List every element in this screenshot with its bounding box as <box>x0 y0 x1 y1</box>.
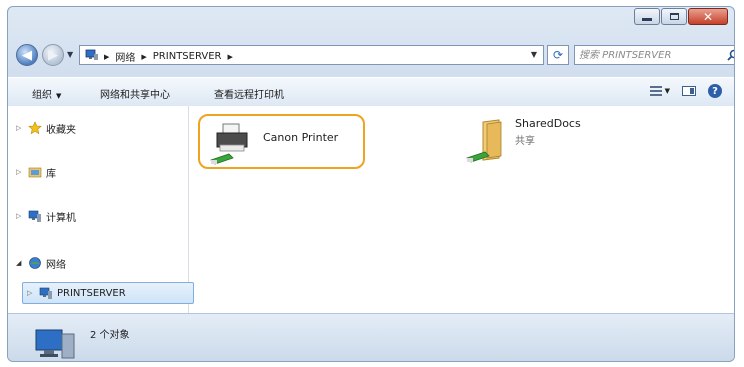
network-sharing-center-button[interactable]: 网络和共享中心 <box>100 86 170 101</box>
network-icon <box>29 257 41 269</box>
dropdown-arrow-icon: ▼ <box>664 87 670 95</box>
item-count: 2 个对象 <box>90 330 130 341</box>
breadcrumb-separator[interactable]: ▶ <box>141 53 146 61</box>
nav-item-computer[interactable]: ▷ 计算机 <box>16 206 76 226</box>
breadcrumb-network[interactable]: 网络 <box>115 49 135 64</box>
refresh-icon: ⟳ <box>552 48 564 62</box>
nav-item-favorites[interactable]: ▷ 收藏夹 <box>16 118 76 138</box>
details-pane: 2 个对象 <box>8 313 734 361</box>
expand-arrow-icon[interactable]: ▷ <box>16 212 24 220</box>
server-icon <box>39 287 52 299</box>
nav-item-label: PRINTSERVER <box>57 287 126 299</box>
nav-item-printserver[interactable]: ▷ PRINTSERVER <box>22 282 194 304</box>
computer-icon <box>35 329 75 359</box>
maximize-button[interactable] <box>661 8 687 25</box>
change-view-button[interactable]: ▼ <box>649 86 670 96</box>
close-button[interactable]: ✕ <box>688 8 728 25</box>
refresh-button[interactable]: ⟳ <box>547 45 569 65</box>
organize-button[interactable]: 组织 ▼ <box>32 86 61 101</box>
collapse-arrow-icon[interactable]: ◢ <box>16 259 24 267</box>
breadcrumb-printserver[interactable]: PRINTSERVER <box>153 51 222 62</box>
navigation-pane: ▷ 收藏夹 ▷ 库 ▷ 计算机 ◢ 网络 ▷ PRINTSERVER <box>8 106 194 313</box>
maximize-icon <box>669 13 679 20</box>
recent-pages-dropdown[interactable]: ▼ <box>67 50 73 59</box>
breadcrumb-separator[interactable]: ▶ <box>227 53 232 61</box>
back-button[interactable]: ◀ <box>16 44 38 66</box>
address-row: ◀ ▶ ▼ ▶ 网络 ▶ PRINTSERVER ▶ ▼ ⟳ <box>16 44 734 68</box>
expand-arrow-icon[interactable]: ▷ <box>16 124 24 132</box>
help-icon[interactable]: ? <box>708 84 722 98</box>
close-icon: ✕ <box>702 9 714 24</box>
address-bar[interactable]: ▶ 网络 ▶ PRINTSERVER ▶ ▼ <box>79 45 544 65</box>
file-name: Canon Printer <box>263 130 339 144</box>
expand-arrow-icon[interactable]: ▷ <box>27 289 35 297</box>
back-arrow-icon: ◀ <box>22 47 32 63</box>
content-area: ▷ 收藏夹 ▷ 库 ▷ 计算机 ◢ 网络 ▷ PRINTSERVER Canon… <box>8 106 734 313</box>
computer-icon <box>28 210 41 222</box>
address-history-dropdown[interactable]: ▼ <box>531 50 537 59</box>
star-icon <box>28 121 42 135</box>
file-type: 共享 <box>515 136 535 147</box>
breadcrumb: ▶ 网络 ▶ PRINTSERVER ▶ <box>104 49 233 64</box>
expand-arrow-icon[interactable]: ▷ <box>16 168 24 176</box>
forward-arrow-icon: ▶ <box>48 47 58 63</box>
file-item-canon-printer[interactable]: Canon Printer <box>209 120 338 166</box>
forward-button[interactable]: ▶ <box>42 44 64 66</box>
nav-item-label: 库 <box>46 168 56 180</box>
library-icon <box>28 167 42 178</box>
view-options-icon <box>649 86 662 96</box>
nav-item-network[interactable]: ◢ 网络 <box>16 253 66 273</box>
nav-item-label: 网络 <box>46 259 66 271</box>
minimize-button[interactable] <box>634 8 660 25</box>
printer-icon <box>210 123 248 165</box>
file-name: SharedDocs <box>515 117 581 130</box>
minimize-icon <box>642 18 652 21</box>
file-text: SharedDocs 共享 <box>515 117 581 147</box>
view-remote-printers-button[interactable]: 查看远程打印机 <box>214 86 284 101</box>
nav-item-label: 收藏夹 <box>46 124 76 136</box>
file-list: Canon Printer SharedDocs 共享 <box>189 106 734 313</box>
search-box[interactable] <box>574 45 735 65</box>
nav-item-libraries[interactable]: ▷ 库 <box>16 162 56 182</box>
shared-folder-icon <box>466 119 502 163</box>
search-input[interactable] <box>579 48 719 62</box>
search-icon[interactable] <box>727 49 735 61</box>
organize-label: 组织 <box>32 90 52 101</box>
toolbar-icons: ▼ ? <box>649 84 722 98</box>
preview-pane-icon[interactable] <box>682 86 696 96</box>
explorer-window: ✕ ◀ ▶ ▼ ▶ 网络 ▶ PRINTSERVER ▶ ▼ ⟳ 搜索 PRIN… <box>7 6 735 362</box>
dropdown-arrow-icon: ▼ <box>56 92 62 100</box>
nav-item-label: 计算机 <box>46 212 76 224</box>
command-bar: 组织 ▼ 网络和共享中心 查看远程打印机 ▼ ? <box>8 77 734 107</box>
breadcrumb-separator[interactable]: ▶ <box>104 53 109 61</box>
caption-buttons: ✕ <box>633 8 728 25</box>
network-icon <box>85 49 98 60</box>
file-item-shareddocs[interactable]: SharedDocs 共享 <box>461 117 581 166</box>
